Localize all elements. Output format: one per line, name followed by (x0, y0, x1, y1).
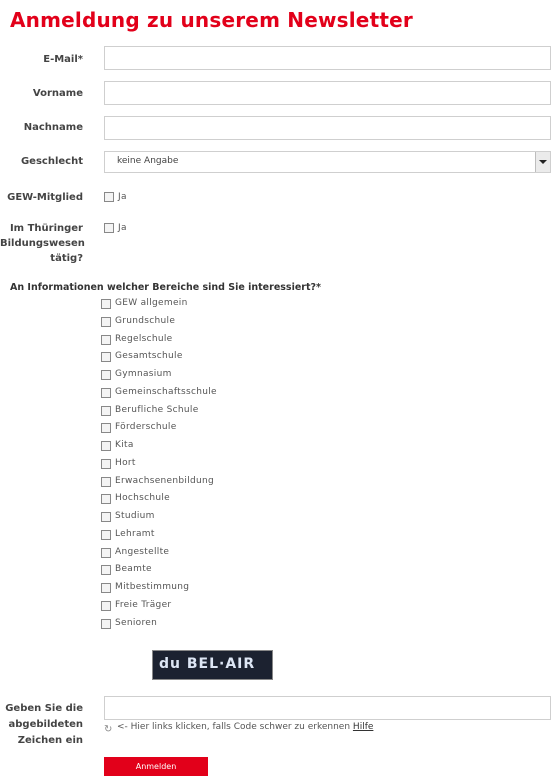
interest-checkbox[interactable] (101, 423, 111, 433)
thuringen-label-line2: Bildungswesen (0, 238, 85, 249)
gew-member-label: GEW-Mitglied (7, 192, 83, 203)
interest-checkbox-label: Hort (115, 458, 136, 468)
interest-checkbox-label: Senioren (115, 618, 158, 628)
dropdown-arrow-icon[interactable] (535, 152, 550, 172)
firstname-label: Vorname (32, 88, 83, 99)
interest-checkbox[interactable] (101, 583, 111, 593)
interest-checkbox[interactable] (101, 530, 111, 540)
interest-checkbox[interactable] (101, 565, 111, 575)
submit-button[interactable]: Anmelden (104, 757, 208, 776)
gender-select-value: keine Angabe (117, 156, 179, 166)
interest-checkbox[interactable] (101, 459, 111, 469)
email-label: E-Mail* (43, 54, 83, 65)
interest-checkbox[interactable] (101, 601, 111, 611)
thuringen-label-line3: tätig? (50, 253, 83, 264)
gew-member-checkbox[interactable] (104, 192, 114, 202)
firstname-field[interactable] (104, 81, 551, 105)
lastname-field[interactable] (104, 116, 551, 140)
interest-checkbox[interactable] (101, 548, 111, 558)
interest-checkbox-label: Gemeinschaftsschule (115, 387, 217, 397)
interest-checkbox[interactable] (101, 299, 111, 309)
interest-checkbox-label: Hochschule (115, 493, 171, 503)
interest-checkbox[interactable] (101, 494, 111, 504)
captcha-hint: <- Hier links klicken, falls Code schwer… (117, 722, 373, 732)
interest-checkbox-label: Berufliche Schule (115, 405, 199, 415)
interest-checkbox[interactable] (101, 619, 111, 629)
interest-checkbox-label: Studium (115, 511, 155, 521)
interest-checkbox-label: Beamte (115, 564, 152, 574)
interest-checkbox-label: Erwachsenenbildung (115, 476, 215, 486)
captcha-label-line3: Zeichen ein (17, 735, 83, 746)
gew-member-checkbox-label: Ja (118, 192, 127, 202)
captcha-input[interactable] (104, 696, 551, 720)
interest-checkbox[interactable] (101, 406, 111, 416)
interest-checkbox-label: Freie Träger (115, 600, 172, 610)
page-title: Anmeldung zu unserem Newsletter (10, 8, 413, 32)
refresh-icon[interactable]: ↻ (104, 724, 112, 735)
email-field[interactable] (104, 46, 551, 70)
interest-checkbox[interactable] (101, 512, 111, 522)
captcha-image: du BEL·AIR (152, 650, 273, 680)
gender-label: Geschlecht (20, 156, 83, 167)
interest-checkbox[interactable] (101, 352, 111, 362)
captcha-hint-text[interactable]: <- Hier links klicken, falls Code schwer… (117, 722, 350, 732)
help-link[interactable]: Hilfe (353, 722, 373, 732)
interest-checkbox[interactable] (101, 441, 111, 451)
interest-checkbox[interactable] (101, 317, 111, 327)
captcha-label-line2: abgebildeten (8, 719, 83, 730)
gender-select[interactable]: keine Angabe (104, 151, 551, 173)
interest-checkbox-label: GEW allgemein (115, 298, 188, 308)
interest-checkbox[interactable] (101, 477, 111, 487)
interest-checkbox-label: Mitbestimmung (115, 582, 190, 592)
thuringen-checkbox-label: Ja (118, 223, 127, 233)
interest-checkbox-label: Förderschule (115, 422, 177, 432)
interest-checkbox-label: Regelschule (115, 334, 173, 344)
interest-checkbox-label: Kita (115, 440, 134, 450)
thuringen-label-line1: Im Thüringer (9, 223, 83, 234)
interest-checkbox[interactable] (101, 388, 111, 398)
thuringen-checkbox[interactable] (104, 223, 114, 233)
interest-checkbox-label: Lehramt (115, 529, 155, 539)
captcha-label-line1: Geben Sie die (5, 703, 83, 714)
interest-checkbox[interactable] (101, 370, 111, 380)
lastname-label: Nachname (23, 122, 83, 133)
interest-checkbox-label: Gymnasium (115, 369, 172, 379)
captcha-text: du BEL·AIR (159, 656, 256, 672)
interest-checkbox[interactable] (101, 335, 111, 345)
interest-checkbox-label: Grundschule (115, 316, 176, 326)
interest-checkbox-label: Gesamtschule (115, 351, 183, 361)
interests-heading: An Informationen welcher Bereiche sind S… (10, 282, 321, 293)
interest-checkbox-label: Angestellte (115, 547, 170, 557)
